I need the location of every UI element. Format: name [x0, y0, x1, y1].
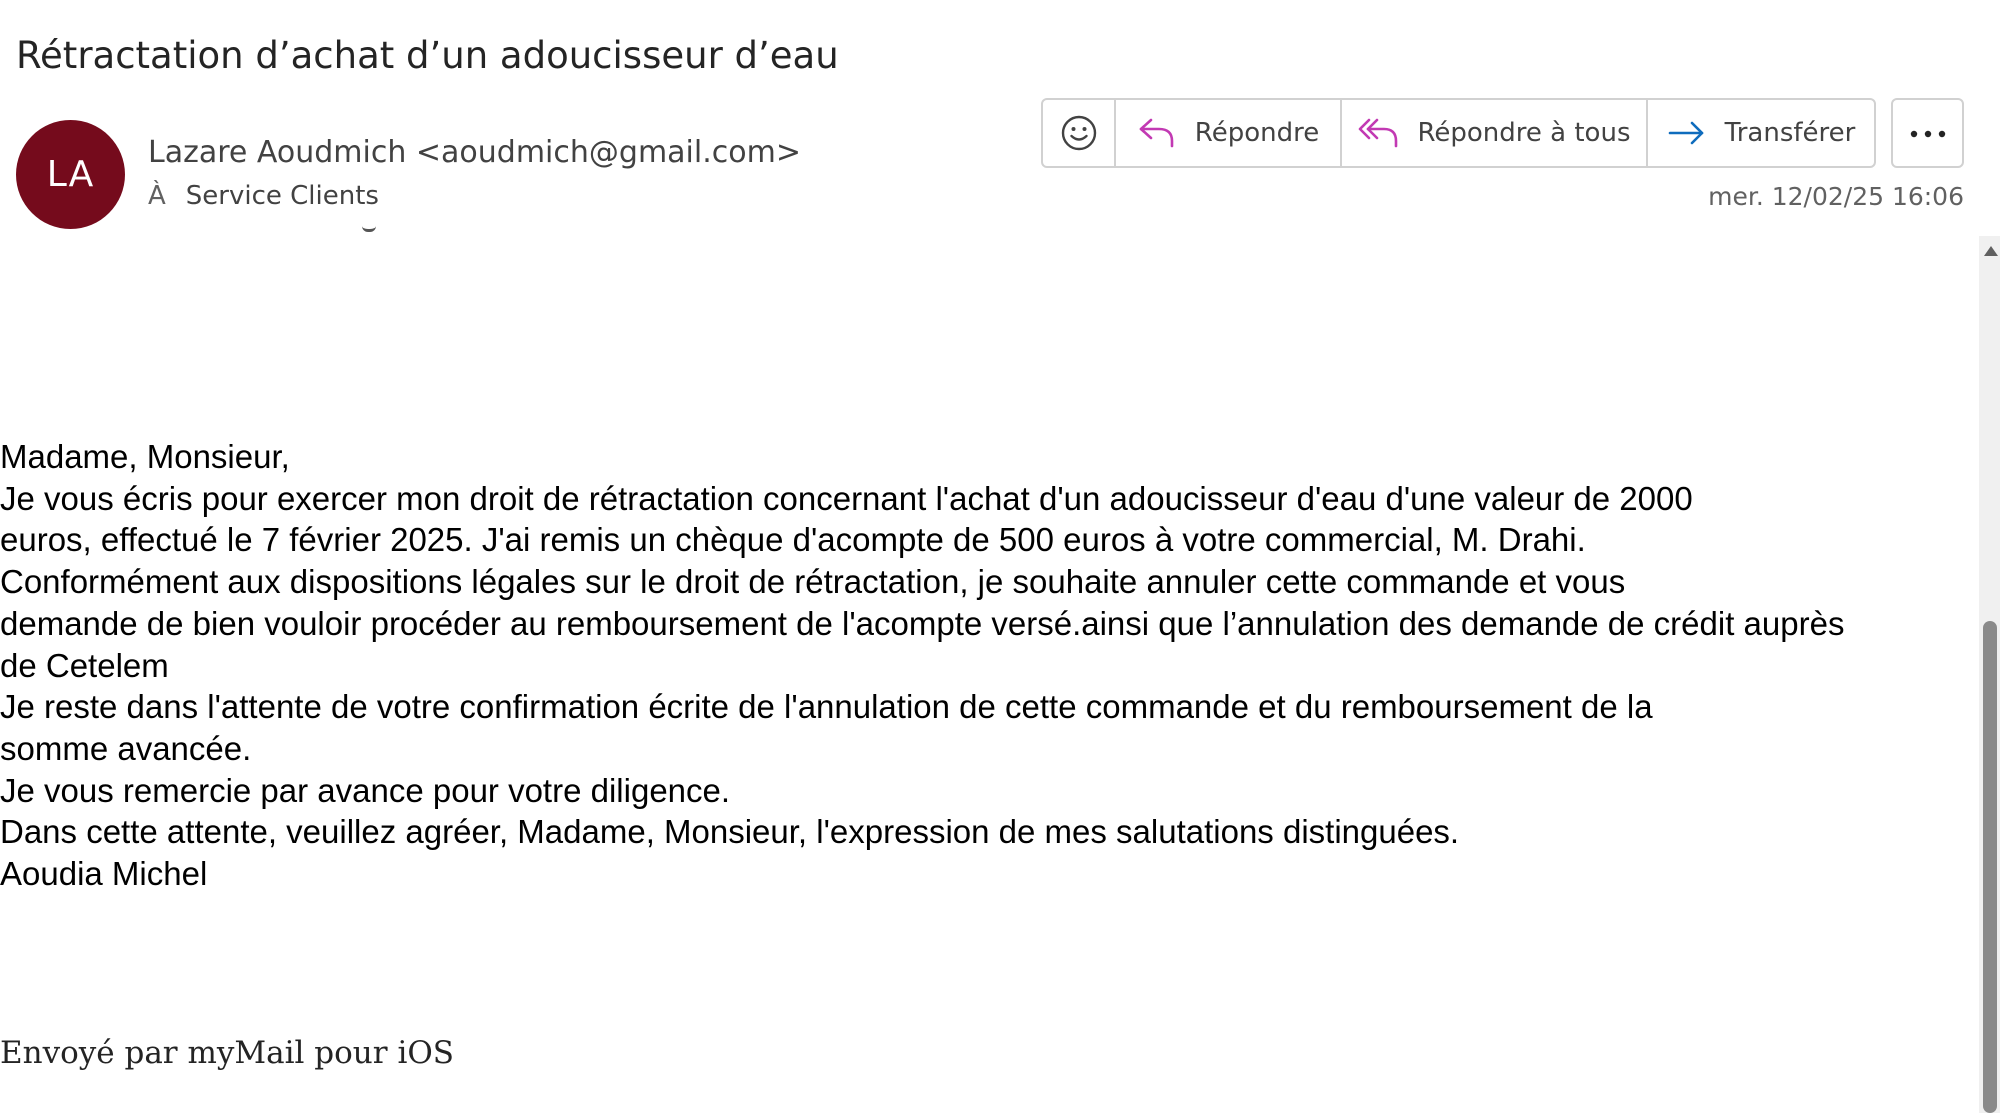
message-actions-toolbar: Répondre Répondre à tous Transférer: [1041, 98, 1876, 168]
reply-label: Répondre: [1194, 118, 1320, 148]
email-body-line: Je vous remercie par avance pour votre d…: [0, 771, 731, 809]
more-actions-button[interactable]: [1891, 98, 1964, 168]
email-body-line: demande de bien vouloir procéder au remb…: [0, 604, 1845, 642]
email-body-line: Je reste dans l'attente de votre confirm…: [0, 688, 1653, 726]
more-dots-icon: [1908, 124, 1948, 143]
recipient-name[interactable]: Service Clients: [186, 179, 379, 213]
email-reading-pane: Rétractation d’achat d’un adoucisseur d’…: [0, 0, 2000, 1113]
email-subject: Rétractation d’achat d’un adoucisseur d’…: [16, 34, 839, 77]
email-body-line: euros, effectué le 7 février 2025. J'ai …: [0, 521, 1586, 559]
email-body-line: Dans cette attente, veuillez agréer, Mad…: [0, 813, 1460, 851]
recipient-row: À Service Clients: [148, 179, 379, 213]
forward-arrow-icon: [1667, 118, 1707, 148]
reply-all-icon: [1358, 115, 1400, 151]
email-body: Madame, Monsieur, Je vous écris pour exer…: [0, 436, 1975, 895]
vertical-scrollbar[interactable]: [1979, 236, 2000, 1113]
reply-all-button[interactable]: Répondre à tous: [1342, 100, 1648, 166]
avatar-initials: LA: [46, 154, 95, 195]
email-signature: Envoyé par myMail pour iOS: [0, 1035, 455, 1071]
reaction-button[interactable]: [1043, 100, 1116, 166]
email-body-line: Aoudia Michel: [0, 855, 208, 893]
email-body-line: Je vous écris pour exercer mon droit de …: [0, 479, 1693, 517]
forward-label: Transférer: [1724, 118, 1856, 148]
scroll-up-arrow-icon[interactable]: [1984, 246, 1998, 256]
clipped-text-remnant: [362, 226, 376, 232]
smiley-icon: [1060, 114, 1098, 152]
reply-button[interactable]: Répondre: [1116, 100, 1342, 166]
email-body-line: de Cetelem: [0, 646, 169, 684]
forward-button[interactable]: Transférer: [1648, 100, 1874, 166]
email-body-line: somme avancée.: [0, 729, 252, 767]
sender-name[interactable]: Lazare Aoudmich <aoudmich@gmail.com>: [148, 133, 801, 173]
to-label: À: [148, 181, 166, 211]
reply-all-label: Répondre à tous: [1417, 118, 1631, 148]
avatar[interactable]: LA: [16, 120, 125, 229]
reply-icon: [1137, 115, 1177, 151]
email-body-line: Conformément aux dispositions légales su…: [0, 563, 1626, 601]
email-body-line: Madame, Monsieur,: [0, 438, 290, 475]
email-date: mer. 12/02/25 16:06: [1708, 182, 1964, 211]
scroll-thumb[interactable]: [1983, 621, 1997, 1113]
